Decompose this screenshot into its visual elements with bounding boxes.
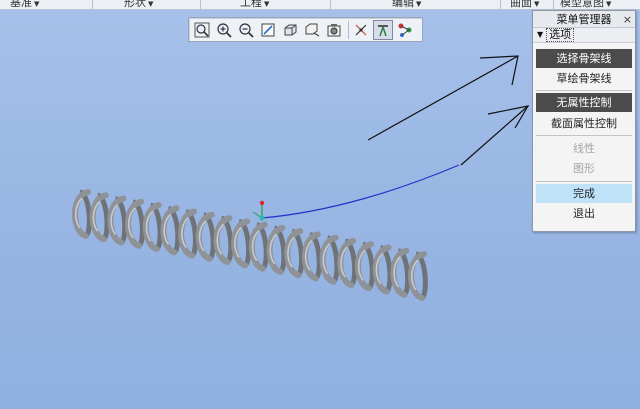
annotation-arrow-upper [367,55,519,141]
close-icon[interactable]: × [623,11,632,28]
menu-model-intent[interactable]: 模型意图 ▼ [560,0,611,9]
saved-views-button[interactable] [302,20,322,40]
zoom-out-icon [239,22,254,38]
zoom-in-icon [217,22,232,38]
view-manager-button[interactable] [324,20,344,40]
menu-item-section-property-control[interactable]: 截面属性控制 [536,114,632,133]
spin-center-icon [398,23,412,37]
collapse-triangle-icon: ▼ [537,30,544,39]
display-style-button[interactable] [280,20,300,40]
view-toolbar [188,17,423,42]
zoom-fit-button[interactable] [192,20,212,40]
trajectory-curve[interactable] [261,164,460,219]
helical-spring-model[interactable] [72,189,428,301]
menu-shape[interactable]: 形状 ▼ [124,0,153,9]
view-manager-icon [327,23,341,36]
menu-bar: 基准 ▼ 形状 ▼ 工程 ▼ 编辑 ▼ 曲面 ▼ 模型意图 ▼ [0,0,640,10]
menu-item-done[interactable]: 完成 [536,184,632,203]
saved-views-icon [305,23,320,37]
menu-datum[interactable]: 基准 ▼ [10,0,39,9]
menu-item-select-trajectory[interactable]: 选择骨架线 [536,49,632,68]
menu-item-sketch-trajectory[interactable]: 草绘骨架线 [536,69,632,88]
options-section-header[interactable]: ▼ 选项 [533,28,635,43]
annotation-display-button[interactable] [373,19,393,40]
menu-item-linear: 线性 [573,142,595,155]
datum-display-button[interactable] [351,20,371,40]
coordinate-system-icon [252,200,265,221]
menu-edit[interactable]: 编辑 ▼ [392,0,421,9]
repaint-button[interactable] [258,20,278,40]
repaint-icon [261,23,275,36]
spin-center-button[interactable] [395,20,415,40]
menu-surface[interactable]: 曲面 ▼ [510,0,539,9]
display-style-icon [284,24,297,35]
datum-display-icon [355,24,367,35]
menu-manager-panel: 菜单管理器 × ▼ 选项 选择骨架线 草绘骨架线 无属性控制 截面属性控制 线性… [532,10,636,232]
annotation-display-icon [378,24,388,36]
zoom-out-button[interactable] [236,20,256,40]
menu-item-graph: 图形 [573,162,595,175]
menu-manager-title: 菜单管理器 × [533,11,635,28]
menu-item-quit[interactable]: 退出 [536,204,632,223]
zoom-in-button[interactable] [214,20,234,40]
zoom-fit-icon [194,22,210,37]
menu-item-no-property-control[interactable]: 无属性控制 [536,93,632,112]
annotation-arrow-lower [460,105,530,166]
menu-engineering[interactable]: 工程 ▼ [240,0,269,9]
